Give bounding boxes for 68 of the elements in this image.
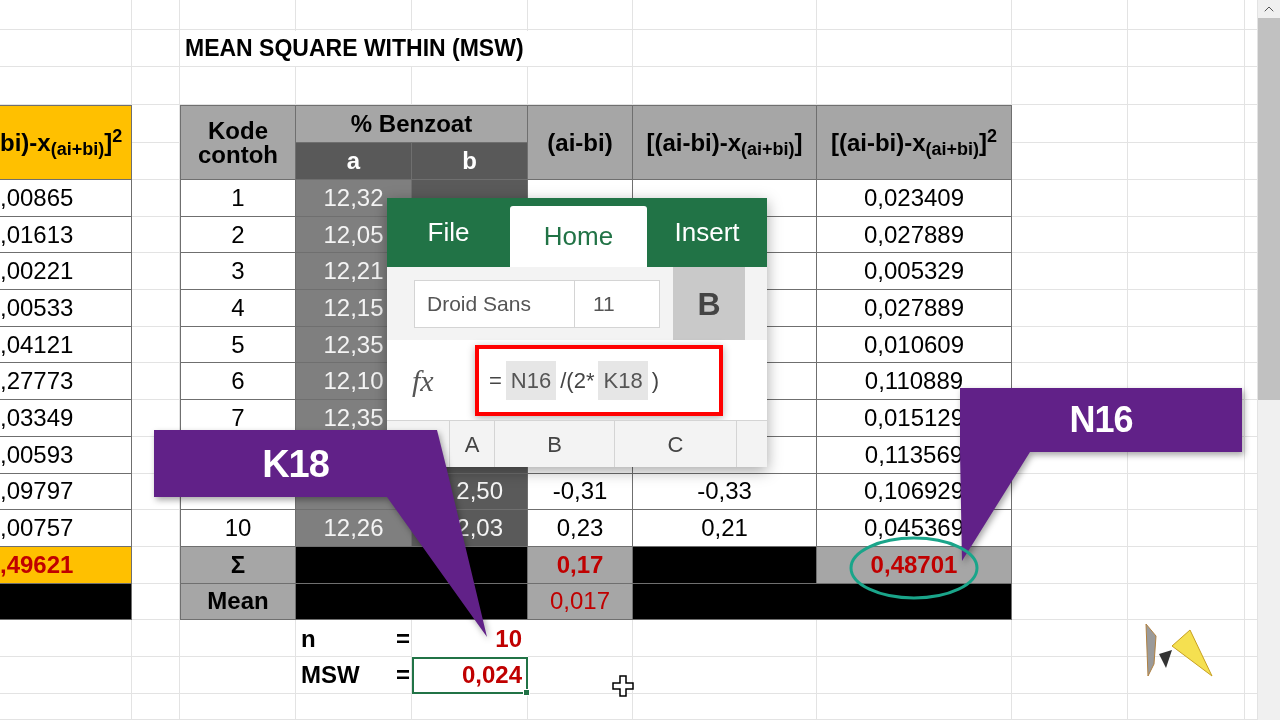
result-label: n [301, 623, 316, 654]
table-cell: 0,21 [633, 510, 817, 547]
table-cell: ,49621 [0, 546, 132, 584]
grid-cell [132, 656, 180, 694]
table-cell: 0,005329 [817, 253, 1012, 291]
ribbon-tab[interactable]: Insert [647, 198, 767, 267]
sheet-title: MEAN SQUARE WITHIN (MSW) [185, 31, 528, 66]
column-header: a [296, 143, 412, 180]
table-cell: ,00593 [0, 436, 132, 474]
table-cell: 10 [180, 510, 296, 547]
scrollbar-thumb[interactable] [1258, 18, 1280, 400]
table-cell: 0,17 [528, 546, 633, 584]
column-header: (ai-bi) [528, 105, 633, 180]
table-cell: 4 [180, 290, 296, 327]
result-label: MSW [301, 660, 360, 691]
table-cell: Σ [180, 546, 296, 584]
table-cell: 3 [180, 253, 296, 291]
formula-field[interactable]: = N16 /(2* K18 ) [475, 344, 723, 416]
equals-sign: = [396, 660, 410, 691]
column-header: [(ai-bi)-x$_{(ai+bi)}$]$^{2}$ [817, 105, 1012, 180]
table-cell: 0,024 [412, 656, 528, 694]
table-cell: 0,48701 [817, 546, 1012, 584]
font-size-field[interactable]: 11 [575, 279, 660, 328]
column-header: Kode contoh [180, 105, 296, 180]
column-header: b [412, 143, 528, 180]
font-name-field[interactable]: Droid Sans [414, 279, 575, 328]
table-cell: Mean [180, 583, 296, 621]
table-cell: 0,010609 [817, 326, 1012, 364]
column-header[interactable]: C [615, 421, 737, 467]
column-header[interactable]: B [495, 421, 615, 467]
table-cell: 0,23 [528, 510, 633, 547]
table-cell: ,03349 [0, 400, 132, 437]
grid-cell [132, 0, 180, 30]
table-cell: 0,023409 [817, 180, 1012, 217]
table-cell: ,00221 [0, 253, 132, 291]
table-cell: ,27773 [0, 363, 132, 401]
equals-sign: = [396, 623, 410, 654]
grid-cell [132, 30, 180, 67]
table-cell: 2 [180, 216, 296, 254]
table-cell: ,04121 [0, 326, 132, 364]
callout-label: N16 [1069, 402, 1133, 438]
grid-cell [132, 693, 180, 720]
table-cell: -0,33 [633, 473, 817, 511]
table-cell: 0,017 [528, 583, 633, 621]
table-cell: 0,027889 [817, 290, 1012, 327]
table-cell: ,00533 [0, 290, 132, 327]
table-cell: ,00865 [0, 180, 132, 217]
column-header: % Benzoat [296, 105, 528, 143]
table-cell: 1 [180, 180, 296, 217]
table-cell: 12,26 [296, 510, 412, 547]
scrollbar[interactable] [1258, 0, 1280, 720]
table-cell: ,00757 [0, 510, 132, 547]
bold-button[interactable]: B [673, 267, 745, 340]
column-header: [(ai-bi)-x$_{(ai+bi)}$] [633, 105, 817, 180]
ribbon-tab[interactable]: Home [510, 206, 647, 267]
table-cell: ,01613 [0, 216, 132, 254]
table-cell: 0,027889 [817, 216, 1012, 254]
table-cell: ,09797 [0, 473, 132, 511]
callout-label: K18 [262, 444, 329, 483]
function-icon[interactable]: fx [412, 357, 475, 403]
grid-cell [132, 67, 180, 105]
cursor-icon [612, 675, 634, 697]
grid-cell [132, 620, 180, 657]
table-cell: 6 [180, 363, 296, 401]
column-header: bi)-x$_{(ai+bi)}$]$^{2}$ [0, 105, 132, 180]
table-cell: 5 [180, 326, 296, 364]
table-cell: -0,31 [528, 473, 633, 511]
table-cell: 0,110889 [817, 363, 1012, 401]
